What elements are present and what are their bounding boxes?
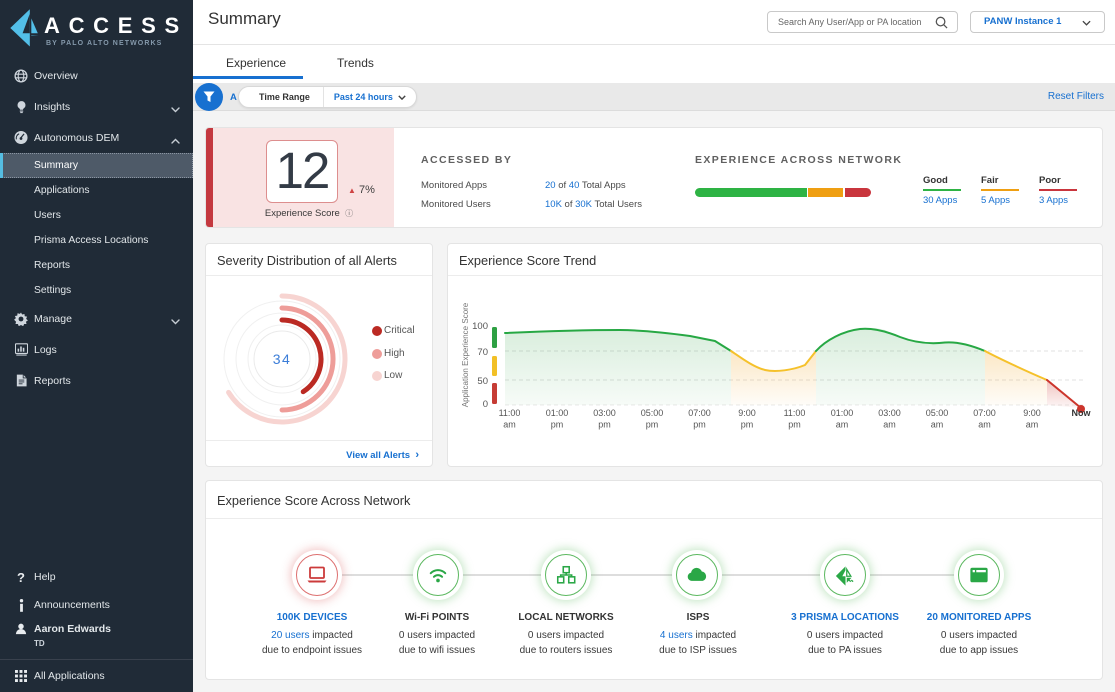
svg-text:05:00: 05:00 xyxy=(641,408,664,418)
svg-text:am: am xyxy=(931,420,944,430)
svg-text:Now: Now xyxy=(1072,408,1092,418)
svg-text:03:00: 03:00 xyxy=(878,408,901,418)
svg-text:03:00: 03:00 xyxy=(593,408,616,418)
svg-text:0: 0 xyxy=(483,399,488,410)
svg-text:Application Experience Score: Application Experience Score xyxy=(461,302,470,407)
svg-text:07:00: 07:00 xyxy=(973,408,996,418)
svg-text:70: 70 xyxy=(477,347,488,358)
svg-text:11:00: 11:00 xyxy=(499,408,521,418)
svg-text:05:00: 05:00 xyxy=(926,408,949,418)
svg-text:am: am xyxy=(883,420,896,430)
svg-text:01:00: 01:00 xyxy=(546,408,569,418)
svg-text:am: am xyxy=(503,420,516,430)
svg-text:9:00: 9:00 xyxy=(1023,408,1041,418)
svg-text:am: am xyxy=(978,420,991,430)
svg-text:am: am xyxy=(1026,420,1039,430)
svg-text:100: 100 xyxy=(472,321,488,332)
svg-text:9:00: 9:00 xyxy=(738,408,756,418)
svg-text:pm: pm xyxy=(693,420,706,430)
svg-text:pm: pm xyxy=(598,420,611,430)
svg-text:pm: pm xyxy=(646,420,659,430)
svg-text:50: 50 xyxy=(477,376,488,387)
svg-text:11:00: 11:00 xyxy=(784,408,806,418)
svg-text:pm: pm xyxy=(551,420,564,430)
svg-text:07:00: 07:00 xyxy=(688,408,711,418)
svg-text:01:00: 01:00 xyxy=(831,408,854,418)
svg-text:pm: pm xyxy=(788,420,801,430)
svg-text:am: am xyxy=(836,420,849,430)
svg-text:pm: pm xyxy=(741,420,754,430)
